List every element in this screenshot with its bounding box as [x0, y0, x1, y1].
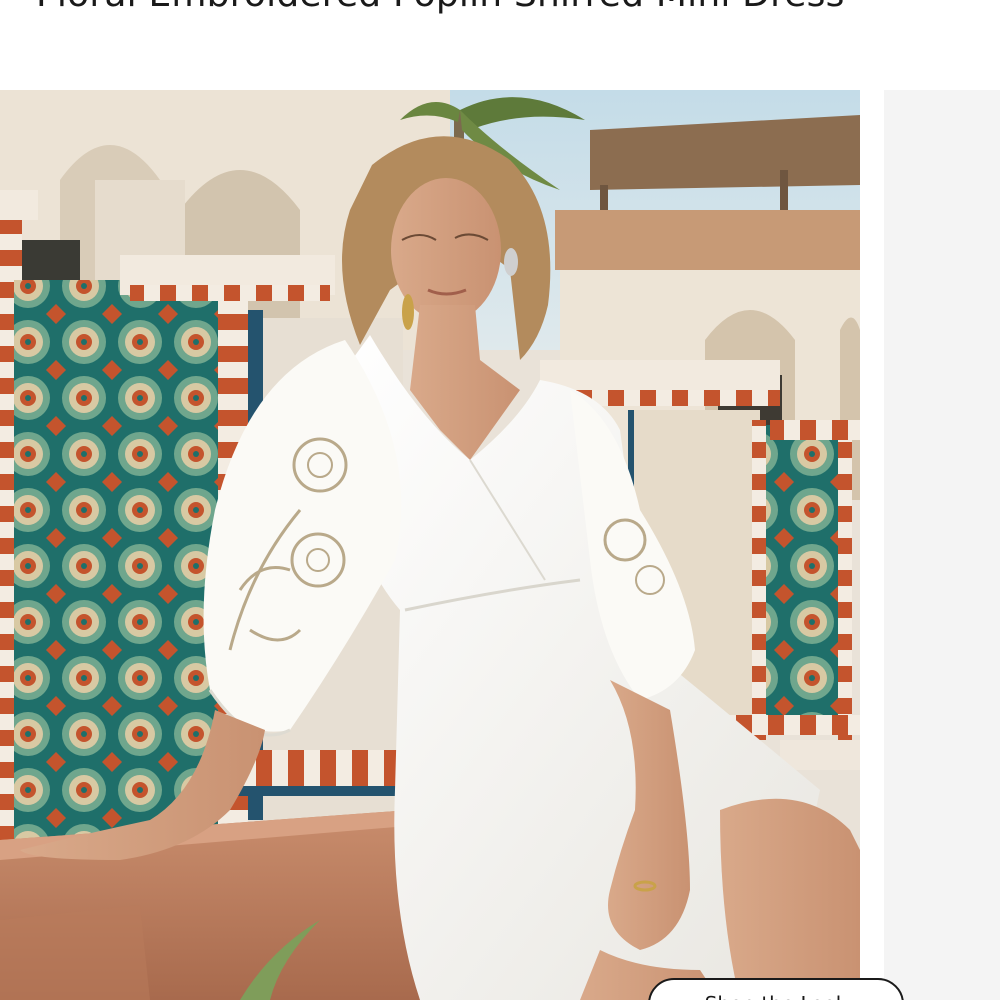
- product-page: Floral Embroidered Poplin Shirred Mini D…: [0, 0, 1000, 1000]
- shop-the-look-button[interactable]: Shop the Look: [648, 978, 904, 1000]
- next-product-image[interactable]: [884, 90, 1000, 1000]
- product-title: Floral Embroidered Poplin Shirred Mini D…: [36, 0, 845, 15]
- product-image-gallery: [0, 90, 1000, 1000]
- main-product-image[interactable]: [0, 90, 860, 1000]
